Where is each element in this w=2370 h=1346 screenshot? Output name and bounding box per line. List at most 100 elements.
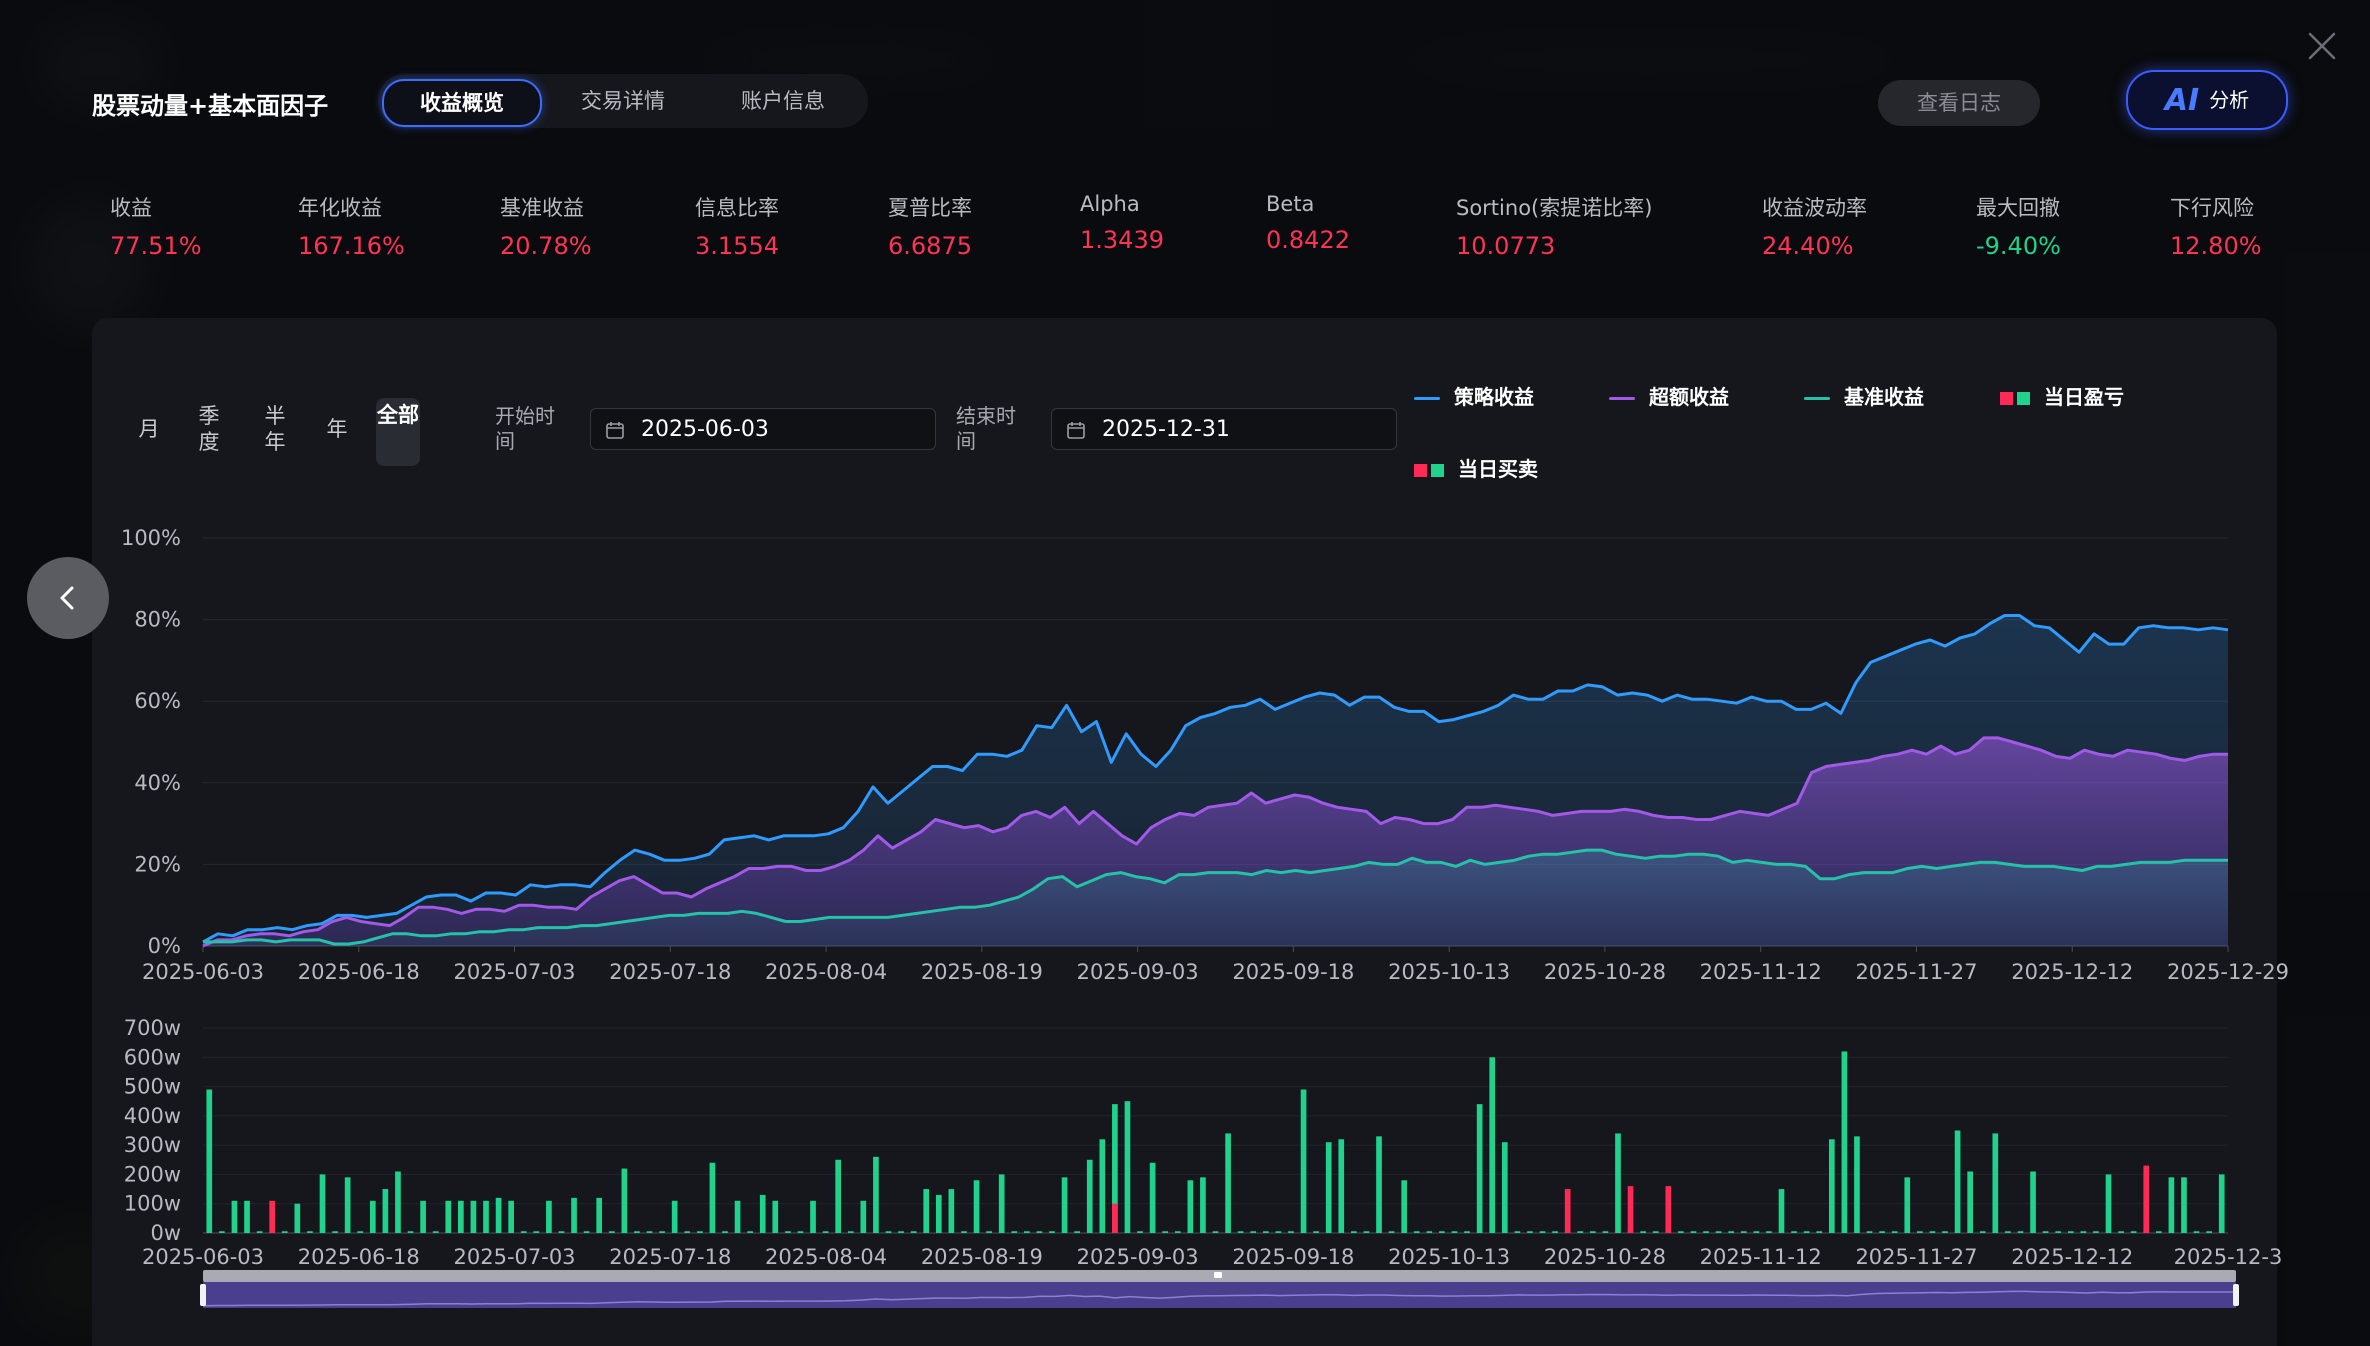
volume-bar-buy [2218,1174,2225,1233]
volume-bar-buy [923,1189,930,1233]
volume-bar-buy [1954,1130,1961,1233]
volume-bar-buy [998,1174,1005,1233]
volume-bar-buy [847,1231,854,1233]
volume-bar-buy [772,1200,779,1233]
volume-bar-buy [583,1231,590,1233]
volume-x-tick-label: 2025-10-28 [1544,1245,1666,1269]
volume-bar-buy [1338,1139,1345,1233]
volume-bar-buy [1979,1231,1986,1233]
x-tick-label: 2025-11-27 [1855,960,1977,984]
x-tick-label: 2025-08-19 [921,960,1043,984]
volume-bar-buy [206,1089,213,1233]
volume-bar-buy [961,1231,967,1233]
volume-bar-buy [1917,1231,1923,1233]
volume-bar-buy [1803,1231,1810,1233]
volume-bar-buy [2193,1231,2200,1233]
volume-bar-buy [1967,1171,1973,1233]
x-tick-label: 2025-07-18 [609,960,731,984]
volume-bar-buy [822,1231,829,1233]
volume-bar-buy [2105,1174,2112,1233]
volume-bar-buy [1602,1231,1609,1233]
volume-bar-buy [986,1231,992,1233]
volume-bar-buy [1439,1231,1445,1233]
volume-bar-buy [1652,1231,1659,1233]
volume-bar-buy [1715,1231,1722,1233]
volume-bar-buy [357,1231,364,1233]
zoom-drag-handle [1214,1272,1222,1278]
volume-bar-buy [1476,1104,1483,1233]
volume-bar-buy [395,1171,401,1233]
volume-x-tick-label: 2025-12-3 [2174,1245,2283,1269]
volume-bar-buy [1577,1231,1584,1233]
volume-bar-buy [1024,1231,1030,1233]
volume-bar-buy [1866,1231,1873,1233]
volume-bar-buy [2155,1231,2162,1233]
volume-bar-buy [1464,1231,1470,1233]
volume-bar-buy [860,1200,867,1233]
volume-bar-buy [382,1189,389,1233]
volume-bar-buy [634,1231,640,1233]
volume-bar-buy [432,1231,439,1233]
volume-bar-buy [973,1180,980,1233]
volume-bar-buy [1728,1231,1735,1233]
volume-bar-buy [1325,1142,1332,1233]
volume-bar-buy [332,1231,338,1233]
volume-bar-buy [508,1200,514,1233]
volume-bar-buy [835,1159,842,1233]
volume-bar-buy [2017,1231,2024,1233]
previous-button[interactable] [27,557,109,639]
volume-y-tick-label: 100w [124,1192,181,1216]
volume-x-tick-label: 2025-06-03 [142,1245,264,1269]
volume-bar-buy [747,1231,753,1233]
volume-bar-buy [1589,1231,1596,1233]
volume-bar-buy [671,1200,678,1233]
volume-bar-buy [1074,1231,1080,1233]
volume-bar-buy [1854,1136,1860,1233]
volume-bar-buy [722,1231,728,1233]
volume-bar-buy [1363,1231,1370,1233]
volume-bar-buy [1300,1089,1307,1233]
volume-bar-buy [533,1231,540,1233]
volume-x-tick-label: 2025-07-03 [454,1245,576,1269]
volume-bar-buy [1237,1231,1244,1233]
volume-bar-buy [709,1162,716,1233]
volume-bar-buy [1275,1231,1282,1233]
volume-bar-buy [1313,1231,1319,1233]
volume-bar-buy [797,1231,804,1233]
volume-bar-sell [2143,1165,2150,1233]
volume-bar-buy [2206,1231,2212,1233]
x-tick-label: 2025-08-04 [765,960,887,984]
volume-bar-buy [281,1231,288,1233]
volume-bar-buy [810,1200,816,1233]
volume-bar-buy [231,1200,238,1233]
y-tick-label: 0% [148,934,181,958]
x-tick-label: 2025-07-03 [454,960,576,984]
volume-bar-sell [269,1200,276,1233]
volume-bar-buy [1187,1180,1194,1233]
y-tick-label: 80% [134,608,181,632]
volume-bar-buy [1162,1231,1169,1233]
volume-bar-buy [1539,1231,1546,1233]
x-tick-label: 2025-11-12 [1700,960,1822,984]
volume-bar-buy [2005,1231,2011,1233]
volume-y-tick-label: 600w [124,1045,181,1069]
volume-bar-buy [1225,1133,1231,1233]
volume-bar-buy [948,1189,955,1233]
volume-bar-buy [558,1231,565,1233]
volume-bar-buy [1501,1142,1508,1233]
volume-bar-buy [608,1231,615,1233]
volume-bar-buy [1753,1231,1760,1233]
volume-x-tick-label: 2025-07-18 [609,1245,731,1269]
volume-y-tick-label: 300w [124,1133,181,1157]
volume-bar-buy [759,1194,766,1233]
volume-bar-buy [621,1168,628,1233]
volume-bar-buy [873,1156,879,1233]
volume-bar-buy [369,1200,376,1233]
volume-bar-buy [2030,1171,2036,1233]
volume-bar-buy [407,1231,414,1233]
volume-x-tick-label: 2025-10-13 [1388,1245,1510,1269]
volume-bar-buy [1351,1231,1357,1233]
volume-bar-buy [1552,1231,1558,1233]
volume-bar-buy [1891,1231,1898,1233]
volume-bar-buy [1816,1231,1823,1233]
